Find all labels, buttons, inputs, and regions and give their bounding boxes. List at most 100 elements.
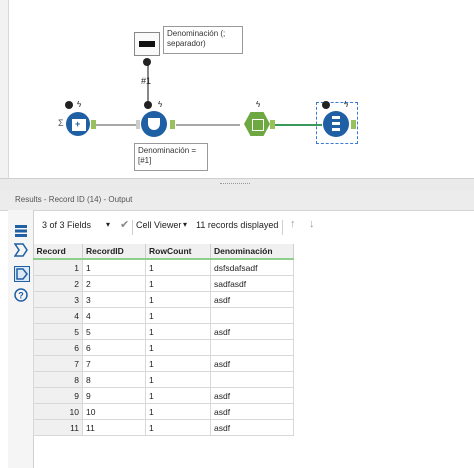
cell-denominacion[interactable]: sadfasdf bbox=[210, 275, 294, 292]
output-anchor[interactable] bbox=[351, 120, 356, 129]
cell-recordid[interactable]: 5 bbox=[82, 323, 146, 340]
cell-record[interactable]: 1 bbox=[33, 258, 83, 276]
input-anchor-icon: Σ bbox=[58, 118, 64, 128]
cell-record[interactable]: 8 bbox=[33, 371, 83, 388]
workflow-canvas[interactable]: #1 Denominación (; separador) ϟ + Σ ϟ De… bbox=[0, 0, 474, 178]
input-anchor bbox=[136, 120, 140, 129]
table-row[interactable]: 5 5 1 asdf bbox=[33, 323, 294, 340]
results-header: Results - Record ID (14) - Output bbox=[0, 191, 474, 211]
text-input-icon bbox=[139, 41, 155, 47]
output-anchor[interactable] bbox=[270, 120, 275, 129]
chevron-down-icon[interactable]: ▾ bbox=[106, 220, 110, 229]
table-row[interactable]: 7 7 1 asdf bbox=[33, 355, 294, 372]
toolbar-divider bbox=[132, 220, 133, 235]
cell-record[interactable]: 6 bbox=[33, 339, 83, 356]
flask-icon bbox=[148, 118, 160, 130]
cell-rowcount[interactable]: 1 bbox=[145, 387, 211, 404]
table-row[interactable]: 441 bbox=[33, 307, 294, 324]
cell-denominacion[interactable]: asdf bbox=[210, 387, 294, 404]
input-anchor-icon[interactable] bbox=[13, 243, 28, 257]
text-input-tool[interactable] bbox=[134, 32, 160, 56]
cell-recordid[interactable]: 4 bbox=[82, 307, 146, 324]
record-id-tool[interactable] bbox=[323, 111, 349, 137]
cell-record[interactable]: 9 bbox=[33, 387, 83, 404]
connector-3 bbox=[272, 124, 322, 126]
splitter-grip bbox=[220, 183, 250, 186]
cell-recordid[interactable]: 1 bbox=[82, 258, 146, 276]
cell-rowcount[interactable]: 1 bbox=[145, 258, 211, 276]
cell-rowcount[interactable]: 1 bbox=[145, 355, 211, 372]
checkmark-icon[interactable]: ✔ bbox=[120, 218, 129, 231]
cell-recordid[interactable]: 10 bbox=[82, 403, 146, 420]
table-view-icon[interactable] bbox=[14, 224, 28, 238]
plus-icon: + bbox=[75, 119, 81, 129]
cell-record[interactable]: 3 bbox=[33, 291, 83, 308]
output-anchor[interactable] bbox=[170, 120, 175, 129]
fields-dropdown[interactable]: 3 of 3 Fields bbox=[42, 220, 91, 230]
lightning-icon: ϟ bbox=[77, 100, 82, 109]
formula-tool[interactable] bbox=[141, 111, 167, 137]
field-label: #1 bbox=[141, 76, 152, 86]
numbered-list-icon bbox=[332, 116, 340, 132]
results-toolbar: 3 of 3 Fields ▾ ✔ Cell Viewer ▾ 11 recor… bbox=[34, 216, 474, 240]
table-row[interactable]: 1 1 1 dsfsdafsadf bbox=[33, 258, 294, 276]
cell-recordid[interactable]: 8 bbox=[82, 371, 146, 388]
cell-denominacion[interactable]: asdf bbox=[210, 355, 294, 372]
multi-row-tool[interactable] bbox=[244, 112, 270, 136]
table-row[interactable]: 881 bbox=[33, 371, 294, 388]
results-side-panel: ? bbox=[8, 210, 34, 468]
cell-record[interactable]: 7 bbox=[33, 355, 83, 372]
cell-rowcount[interactable]: 1 bbox=[145, 403, 211, 420]
cell-rowcount[interactable]: 1 bbox=[145, 275, 211, 292]
cell-recordid[interactable]: 7 bbox=[82, 355, 146, 372]
rows-icon bbox=[252, 119, 264, 131]
column-header-rowcount[interactable]: RowCount bbox=[145, 244, 211, 260]
cell-record[interactable]: 10 bbox=[33, 403, 83, 420]
tool-badge-icon bbox=[322, 101, 330, 109]
cell-record[interactable]: 5 bbox=[33, 323, 83, 340]
cell-recordid[interactable]: 11 bbox=[82, 419, 146, 436]
cell-denominacion[interactable]: asdf bbox=[210, 323, 294, 340]
help-icon[interactable]: ? bbox=[14, 288, 28, 302]
cell-recordid[interactable]: 3 bbox=[82, 291, 146, 308]
cell-denominacion[interactable]: asdf bbox=[210, 403, 294, 420]
cell-record[interactable]: 2 bbox=[33, 275, 83, 292]
input-tool[interactable]: + bbox=[66, 112, 90, 136]
cell-rowcount[interactable]: 1 bbox=[145, 419, 211, 436]
output-anchor-icon[interactable] bbox=[14, 266, 30, 282]
column-header-recordid[interactable]: RecordID bbox=[82, 244, 146, 260]
arrow-down-icon[interactable]: ↓ bbox=[309, 218, 315, 230]
record-count: 11 records displayed bbox=[196, 220, 279, 230]
results-grid: Record RecordID RowCount Denominación 11… bbox=[33, 244, 298, 436]
cell-rowcount[interactable]: 1 bbox=[145, 307, 211, 324]
chevron-down-icon[interactable]: ▾ bbox=[183, 220, 187, 229]
cell-recordid[interactable]: 2 bbox=[82, 275, 146, 292]
toolbar-divider bbox=[282, 220, 283, 235]
cell-rowcount[interactable]: 1 bbox=[145, 339, 211, 356]
cell-recordid[interactable]: 6 bbox=[82, 339, 146, 356]
cell-record[interactable]: 4 bbox=[33, 307, 83, 324]
cell-record[interactable]: 11 bbox=[33, 419, 83, 436]
viewer-dropdown[interactable]: Cell Viewer bbox=[136, 220, 181, 230]
cell-rowcount[interactable]: 1 bbox=[145, 371, 211, 388]
cell-denominacion[interactable] bbox=[210, 307, 294, 324]
output-anchor[interactable] bbox=[91, 120, 96, 129]
cell-denominacion[interactable]: asdf bbox=[210, 419, 294, 436]
arrow-up-icon[interactable]: ↑ bbox=[290, 218, 296, 230]
cell-denominacion[interactable] bbox=[210, 371, 294, 388]
table-row[interactable]: 661 bbox=[33, 339, 294, 356]
cell-rowcount[interactable]: 1 bbox=[145, 323, 211, 340]
cell-recordid[interactable]: 9 bbox=[82, 387, 146, 404]
cell-denominacion[interactable] bbox=[210, 339, 294, 356]
table-row[interactable]: 3 3 1 asdf bbox=[33, 291, 294, 308]
table-row[interactable]: 2 2 1 sadfasdf bbox=[33, 275, 294, 292]
table-row[interactable]: 11 11 1 asdf bbox=[33, 419, 294, 436]
table-row[interactable]: 10 10 1 asdf bbox=[33, 403, 294, 420]
column-header-denominacion[interactable]: Denominación bbox=[210, 244, 294, 260]
panel-splitter[interactable] bbox=[0, 178, 474, 192]
table-row[interactable]: 9 9 1 asdf bbox=[33, 387, 294, 404]
cell-rowcount[interactable]: 1 bbox=[145, 291, 211, 308]
column-header-record[interactable]: Record bbox=[33, 244, 83, 260]
cell-denominacion[interactable]: dsfsdafsadf bbox=[210, 258, 294, 276]
cell-denominacion[interactable]: asdf bbox=[210, 291, 294, 308]
